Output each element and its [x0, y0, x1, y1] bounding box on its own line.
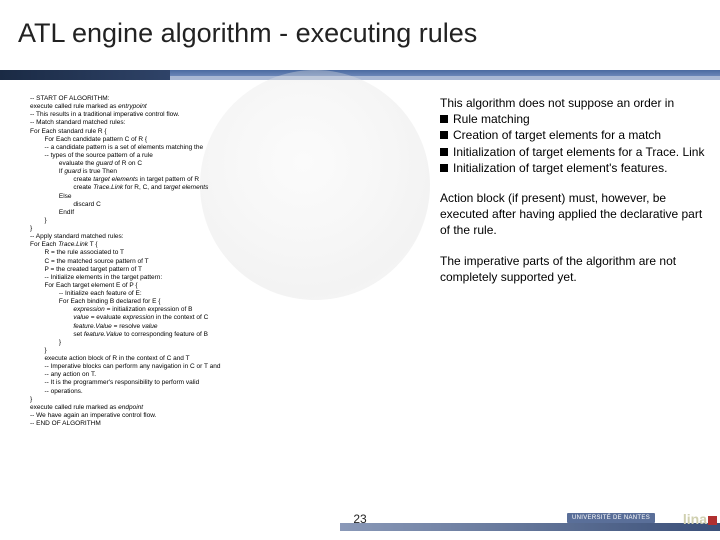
footer-bar: [340, 523, 720, 531]
page-title: ATL engine algorithm - executing rules: [0, 0, 720, 57]
bullet-3: Initialization of target elements for a …: [440, 144, 705, 160]
square-bullet-icon: [440, 164, 448, 172]
commentary: This algorithm does not suppose an order…: [440, 95, 705, 299]
lina-logo: lina: [683, 511, 717, 527]
para-1: This algorithm does not suppose an order…: [440, 95, 705, 176]
university-logo: UNIVERSITÉ DE NANTES: [567, 513, 655, 523]
square-bullet-icon: [440, 131, 448, 139]
para-3: The imperative parts of the algorithm ar…: [440, 253, 705, 285]
square-bullet-icon: [440, 148, 448, 156]
algorithm-listing: -- START OF ALGORITHM: execute called ru…: [30, 95, 410, 428]
bullet-2: Creation of target elements for a match: [440, 127, 705, 143]
footer: 23 UNIVERSITÉ DE NANTES lina: [0, 514, 720, 532]
content-area: -- START OF ALGORITHM: execute called ru…: [0, 95, 720, 505]
bullet-1: Rule matching: [440, 111, 705, 127]
square-bullet-icon: [440, 115, 448, 123]
bullet-4: Initialization of target element's featu…: [440, 160, 705, 176]
slide: ATL engine algorithm - executing rules -…: [0, 0, 720, 540]
para-2: Action block (if present) must, however,…: [440, 190, 705, 239]
para-1-intro: This algorithm does not suppose an order…: [440, 95, 705, 111]
